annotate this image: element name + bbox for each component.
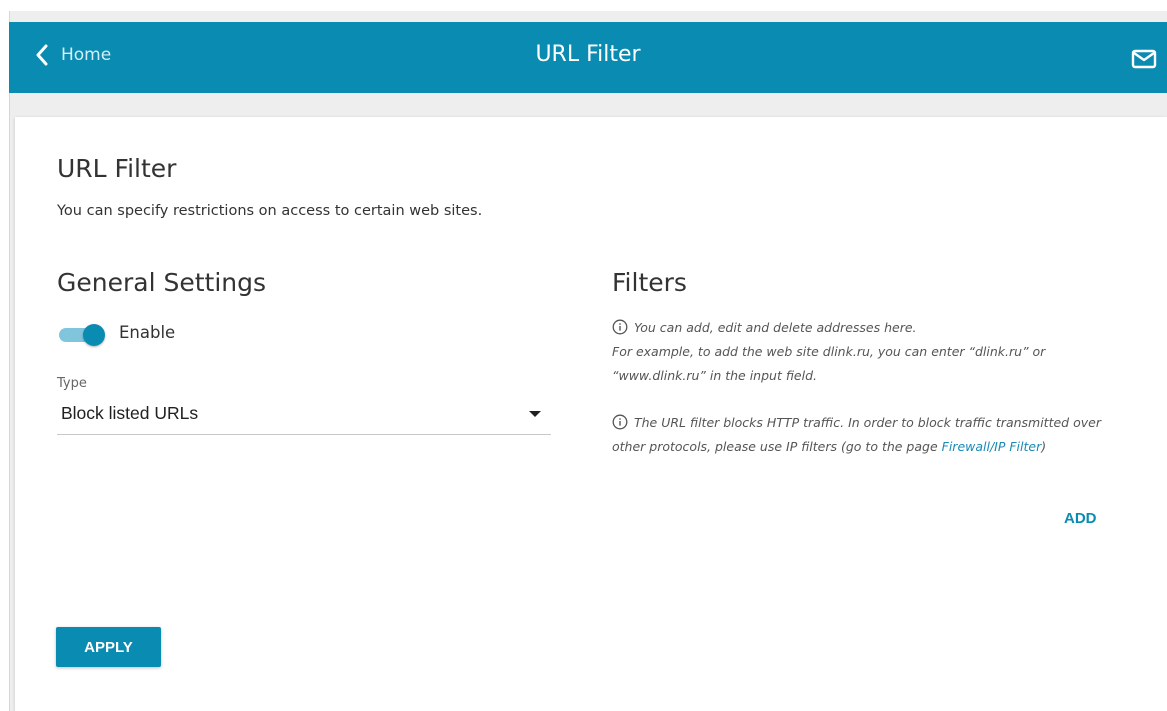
type-select-value: Block listed URLs (61, 403, 199, 423)
section-description: You can specify restrictions on access t… (57, 203, 483, 219)
info-icon (612, 414, 628, 430)
toggle-knob (83, 324, 105, 346)
type-label: Type (57, 376, 87, 391)
messages-button[interactable] (1131, 48, 1157, 74)
firewall-ip-filter-link[interactable]: Firewall/IP Filter (942, 439, 1042, 454)
type-select[interactable]: Block listed URLs (57, 397, 551, 435)
apply-button[interactable]: APPLY (56, 627, 161, 667)
add-button[interactable]: ADD (1064, 510, 1097, 527)
info-icon (612, 319, 628, 335)
enable-label: Enable (119, 323, 176, 342)
page-title: URL Filter (535, 42, 641, 67)
filters-info-1-line-2: For example, to add the web site dlink.r… (612, 344, 1046, 359)
section-heading: URL Filter (57, 154, 177, 183)
general-settings-heading: General Settings (57, 268, 267, 297)
filters-info-2-line-2: other protocols, please use IP filters (… (612, 439, 942, 454)
filters-info-1-line-1: You can add, edit and delete addresses h… (634, 320, 917, 335)
content-card: URL Filter You can specify restrictions … (15, 117, 1167, 711)
dropdown-arrow-icon (529, 411, 541, 417)
mail-icon (1131, 49, 1157, 69)
enable-toggle[interactable] (57, 323, 107, 347)
filters-heading: Filters (612, 268, 687, 297)
filters-info-2-line-2-end: ) (1041, 439, 1047, 454)
filters-info-2-line-1: The URL filter blocks HTTP traffic. In o… (634, 415, 1101, 430)
filters-info-1-line-3: “www.dlink.ru” in the input field. (612, 368, 817, 383)
filters-info-1: You can add, edit and delete addresses h… (612, 316, 1132, 388)
top-bar: Home URL Filter (9, 22, 1167, 93)
filters-info-2: The URL filter blocks HTTP traffic. In o… (612, 411, 1132, 459)
